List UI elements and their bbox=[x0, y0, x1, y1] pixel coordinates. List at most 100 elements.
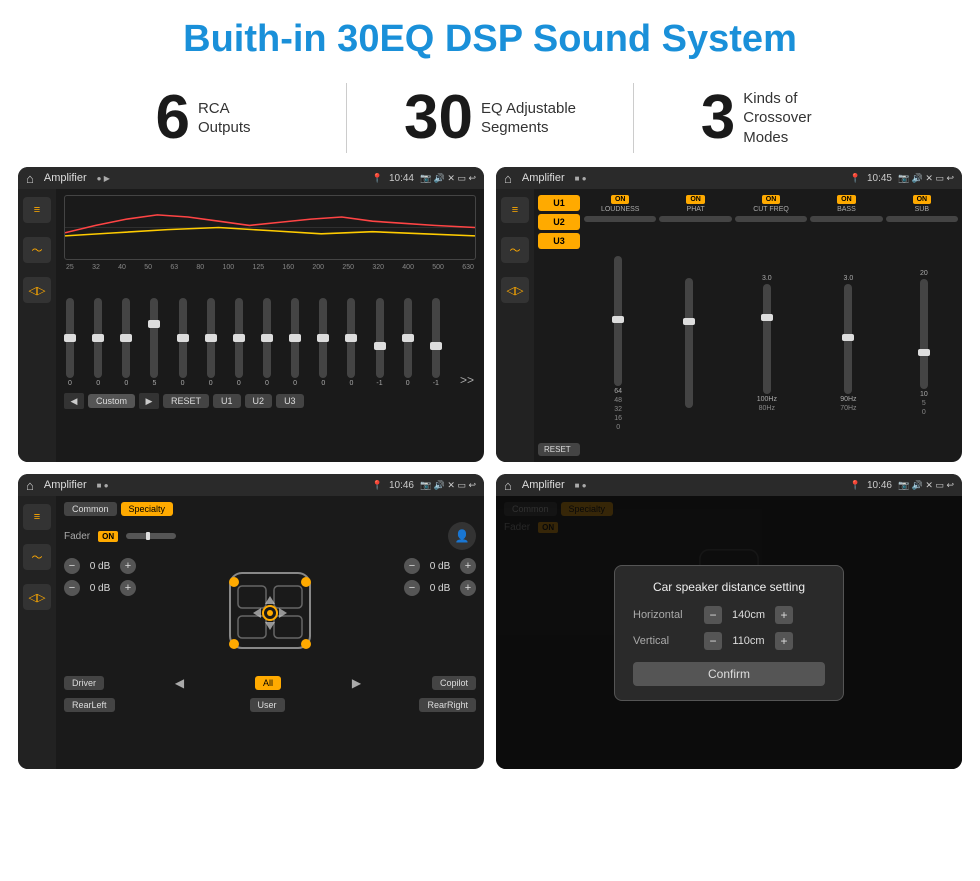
preset-u3[interactable]: U3 bbox=[538, 233, 580, 249]
eq-expand-btn[interactable]: >> bbox=[460, 373, 474, 387]
arrow-left-icon[interactable]: ◀ bbox=[108, 676, 251, 690]
eq-slider-7[interactable]: 0 bbox=[263, 298, 271, 387]
mixer-wave-btn[interactable]: 〜 bbox=[501, 237, 529, 263]
page-title: Buith-in 30EQ DSP Sound System bbox=[0, 0, 980, 73]
db-plus-2[interactable]: + bbox=[120, 580, 136, 596]
fader-tune-btn[interactable]: ≡ bbox=[23, 504, 51, 530]
ch-hslider-phat[interactable] bbox=[659, 216, 731, 222]
status-dots-3: ■ ● bbox=[97, 481, 109, 490]
eq-wave-btn[interactable]: 〜 bbox=[23, 237, 51, 263]
vtrack-loudness[interactable] bbox=[614, 256, 622, 386]
vslider-sub: 20 10 5 0 bbox=[920, 270, 928, 416]
screen-mixer: ⌂ Amplifier ■ ● 📍 10:45 📷 🔊 ✕ ▭ ↩ ≡ 〜 ◁▷… bbox=[496, 167, 962, 462]
dialog-plus-vertical[interactable]: + bbox=[775, 632, 793, 650]
ch-hslider-loudness[interactable] bbox=[584, 216, 656, 222]
ch-sub: ON SUB bbox=[886, 195, 958, 224]
vtrack-bass[interactable] bbox=[844, 284, 852, 394]
ch-on-sub[interactable]: ON bbox=[913, 195, 932, 204]
home-icon-3[interactable]: ⌂ bbox=[26, 478, 34, 493]
eq-tune-btn[interactable]: ≡ bbox=[23, 197, 51, 223]
status-icons-3: 📷 🔊 ✕ ▭ ↩ bbox=[420, 480, 476, 491]
fader-htrack[interactable] bbox=[126, 533, 176, 539]
dialog-minus-vertical[interactable]: − bbox=[704, 632, 722, 650]
stat-number-crossover: 3 bbox=[701, 87, 735, 149]
home-icon-4[interactable]: ⌂ bbox=[504, 478, 512, 493]
vval-loudness: 48 bbox=[614, 397, 622, 404]
eq-slider-10[interactable]: 0 bbox=[347, 298, 355, 387]
mixer-content: ≡ 〜 ◁▷ U1 U2 U3 RESET ON bbox=[496, 189, 962, 462]
eq-custom-btn[interactable]: Custom bbox=[88, 394, 135, 408]
eq-speaker-btn[interactable]: ◁▷ bbox=[23, 277, 51, 303]
home-icon-2[interactable]: ⌂ bbox=[504, 171, 512, 186]
vtrack-sub[interactable] bbox=[920, 279, 928, 389]
db-plus-1[interactable]: + bbox=[120, 558, 136, 574]
fader-speaker-btn[interactable]: ◁▷ bbox=[23, 584, 51, 610]
db-minus-2[interactable]: − bbox=[64, 580, 80, 596]
db-plus-3[interactable]: + bbox=[460, 558, 476, 574]
ch-on-cutfreq[interactable]: ON bbox=[762, 195, 781, 204]
ch-on-bass[interactable]: ON bbox=[837, 195, 856, 204]
ch-hslider-bass[interactable] bbox=[810, 216, 882, 222]
home-icon-1[interactable]: ⌂ bbox=[26, 171, 34, 186]
eq-slider-4[interactable]: 0 bbox=[179, 298, 187, 387]
db-val-2: 0 dB bbox=[84, 583, 116, 594]
mixer-tune-btn[interactable]: ≡ bbox=[501, 197, 529, 223]
preset-u2[interactable]: U2 bbox=[538, 214, 580, 230]
btn-user[interactable]: User bbox=[250, 698, 285, 712]
fader-wave-btn[interactable]: 〜 bbox=[23, 544, 51, 570]
vslider-cutfreq: 3.0 100Hz 80Hz bbox=[757, 275, 777, 412]
eq-slider-3[interactable]: 5 bbox=[150, 298, 158, 387]
ch-hslider-sub[interactable] bbox=[886, 216, 958, 222]
eq-sliders: 0 0 0 5 0 0 0 0 0 0 0 -1 0 -1 >> bbox=[64, 277, 476, 387]
btn-copilot[interactable]: Copilot bbox=[432, 676, 476, 690]
btn-rearright[interactable]: RearRight bbox=[419, 698, 476, 712]
stat-text-rca: RCAOutputs bbox=[198, 99, 251, 138]
eq-slider-12[interactable]: 0 bbox=[404, 298, 412, 387]
fader-on-badge[interactable]: ON bbox=[98, 531, 118, 542]
eq-slider-9[interactable]: 0 bbox=[319, 298, 327, 387]
btn-rearleft[interactable]: RearLeft bbox=[64, 698, 115, 712]
status-bar-4: ⌂ Amplifier ■ ● 📍 10:46 📷 🔊 ✕ ▭ ↩ bbox=[496, 474, 962, 496]
vtrack-phat[interactable] bbox=[685, 278, 693, 408]
mixer-reset-btn[interactable]: RESET bbox=[538, 443, 580, 456]
vtrack-cutfreq[interactable] bbox=[763, 284, 771, 394]
eq-slider-11[interactable]: -1 bbox=[376, 298, 384, 387]
tab-specialty[interactable]: Specialty bbox=[121, 502, 174, 516]
pin-icon-1: 📍 bbox=[372, 173, 383, 184]
ch-on-loudness[interactable]: ON bbox=[611, 195, 630, 204]
screen-eq: ⌂ Amplifier ● ▶ 📍 10:44 📷 🔊 ✕ ▭ ↩ ≡ 〜 ◁▷ bbox=[18, 167, 484, 462]
db-plus-4[interactable]: + bbox=[460, 580, 476, 596]
btn-driver[interactable]: Driver bbox=[64, 676, 104, 690]
eq-slider-13[interactable]: -1 bbox=[432, 298, 440, 387]
fader-settings-btn[interactable]: 👤 bbox=[448, 522, 476, 550]
eq-u3-btn[interactable]: U3 bbox=[276, 394, 304, 408]
preset-u1[interactable]: U1 bbox=[538, 195, 580, 211]
eq-u1-btn[interactable]: U1 bbox=[213, 394, 241, 408]
db-minus-1[interactable]: − bbox=[64, 558, 80, 574]
arrow-right-icon[interactable]: ▶ bbox=[285, 676, 428, 690]
eq-slider-0[interactable]: 0 bbox=[66, 298, 74, 387]
eq-play-btn[interactable]: ▶ bbox=[139, 393, 159, 409]
ch-hslider-cutfreq[interactable] bbox=[735, 216, 807, 222]
db-minus-4[interactable]: − bbox=[404, 580, 420, 596]
dialog-minus-horizontal[interactable]: − bbox=[704, 606, 722, 624]
eq-slider-5[interactable]: 0 bbox=[207, 298, 215, 387]
eq-slider-2[interactable]: 0 bbox=[122, 298, 130, 387]
eq-slider-1[interactable]: 0 bbox=[94, 298, 102, 387]
eq-reset-btn[interactable]: RESET bbox=[163, 394, 209, 408]
ch-on-phat[interactable]: ON bbox=[686, 195, 705, 204]
eq-prev-btn[interactable]: ◀ bbox=[64, 393, 84, 409]
dialog-plus-horizontal[interactable]: + bbox=[775, 606, 793, 624]
eq-slider-8[interactable]: 0 bbox=[291, 298, 299, 387]
confirm-button[interactable]: Confirm bbox=[633, 662, 825, 686]
bottom-buttons-2: RearLeft User RearRight bbox=[64, 698, 476, 712]
eq-slider-6[interactable]: 0 bbox=[235, 298, 243, 387]
btn-all[interactable]: All bbox=[255, 676, 281, 690]
dialog-ctrl-vertical: − 110cm + bbox=[704, 632, 793, 650]
eq-u2-btn[interactable]: U2 bbox=[245, 394, 273, 408]
tab-common[interactable]: Common bbox=[64, 502, 117, 516]
mixer-speaker-btn[interactable]: ◁▷ bbox=[501, 277, 529, 303]
ch-cutfreq: ON CUT FREQ bbox=[735, 195, 807, 224]
db-minus-3[interactable]: − bbox=[404, 558, 420, 574]
mixer-main: U1 U2 U3 RESET ON LOUDNESS bbox=[534, 189, 962, 462]
